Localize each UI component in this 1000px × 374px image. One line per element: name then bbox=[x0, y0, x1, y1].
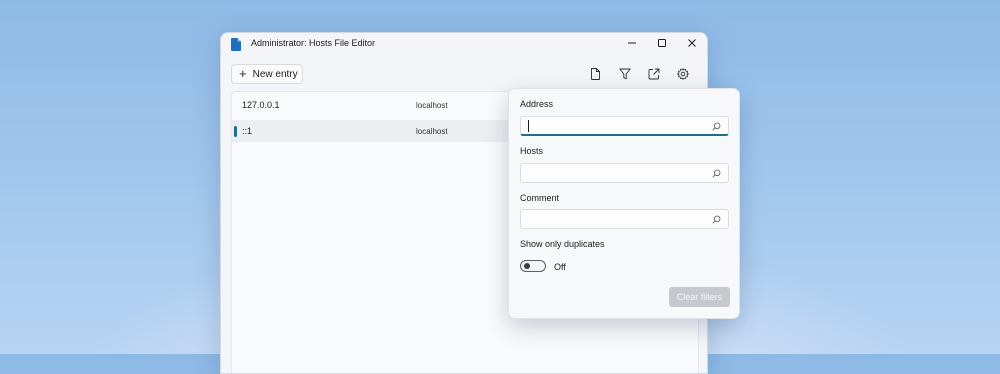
open-external-icon bbox=[648, 68, 660, 80]
hosts-filter-input[interactable] bbox=[527, 166, 707, 180]
new-file-icon bbox=[590, 68, 600, 80]
duplicates-label: Show only duplicates bbox=[520, 239, 605, 249]
maximize-icon bbox=[658, 39, 666, 47]
minimize-icon bbox=[628, 42, 636, 44]
comment-filter-field[interactable] bbox=[520, 209, 729, 229]
new-file-button[interactable] bbox=[587, 66, 603, 82]
close-button[interactable] bbox=[677, 33, 707, 53]
open-hosts-file-button[interactable] bbox=[646, 66, 662, 82]
address-filter-input[interactable] bbox=[527, 119, 707, 133]
toolbar: + New entry bbox=[221, 61, 707, 87]
entry-address: ::1 bbox=[242, 126, 253, 136]
comment-filter-input[interactable] bbox=[527, 212, 707, 226]
new-entry-label: New entry bbox=[252, 68, 298, 80]
search-icon bbox=[712, 215, 721, 224]
plus-icon: + bbox=[239, 66, 247, 81]
maximize-button[interactable] bbox=[647, 33, 677, 53]
new-entry-button[interactable]: + New entry bbox=[231, 64, 303, 84]
list-item-selected[interactable]: ::1 localhost bbox=[232, 120, 532, 142]
close-icon bbox=[688, 39, 696, 47]
window-title: Administrator: Hosts File Editor bbox=[251, 38, 376, 48]
title-bar: Administrator: Hosts File Editor bbox=[221, 33, 707, 55]
hosts-filter-label: Hosts bbox=[520, 146, 544, 156]
filter-flyout: Address Hosts Comment Show only duplicat… bbox=[508, 88, 740, 319]
settings-gear-icon bbox=[677, 68, 689, 80]
list-item[interactable]: 127.0.0.1 localhost bbox=[232, 94, 532, 116]
filter-button[interactable] bbox=[617, 66, 633, 82]
search-icon bbox=[712, 169, 721, 178]
entry-hosts: localhost bbox=[416, 101, 448, 110]
address-filter-field[interactable] bbox=[520, 116, 729, 136]
entry-address: 127.0.0.1 bbox=[242, 100, 280, 110]
toggle-state-text: Off bbox=[554, 262, 566, 272]
clear-filters-button[interactable]: Clear filters bbox=[669, 287, 730, 307]
duplicates-toggle[interactable] bbox=[520, 260, 546, 272]
address-filter-label: Address bbox=[520, 99, 554, 109]
search-icon bbox=[712, 122, 721, 131]
filter-icon bbox=[619, 68, 631, 80]
toggle-knob bbox=[524, 263, 530, 269]
hosts-filter-field[interactable] bbox=[520, 163, 729, 183]
settings-button[interactable] bbox=[675, 66, 691, 82]
entry-hosts: localhost bbox=[416, 127, 448, 136]
minimize-button[interactable] bbox=[617, 33, 647, 53]
comment-filter-label: Comment bbox=[520, 193, 560, 203]
app-document-icon bbox=[231, 38, 241, 51]
selection-indicator bbox=[234, 126, 237, 137]
